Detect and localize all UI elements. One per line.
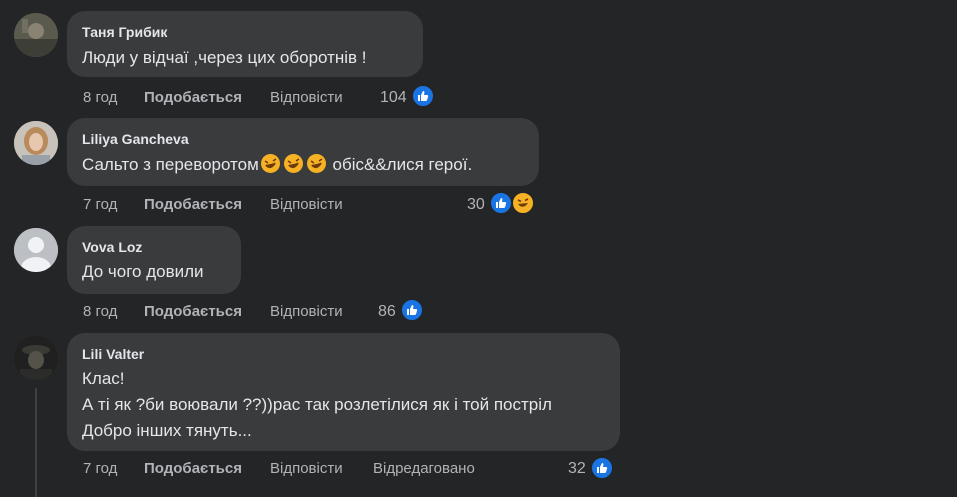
reaction-count[interactable]: 104 bbox=[380, 89, 407, 107]
reply-button[interactable]: Відповісти bbox=[270, 460, 343, 477]
comment-timestamp[interactable]: 7 год bbox=[83, 460, 117, 477]
comment-text-line: А ті як ?би воювали ??))рас так розлетіл… bbox=[82, 395, 552, 414]
like-button[interactable]: Подобається bbox=[144, 303, 242, 320]
rolling-on-floor-laughing-emoji bbox=[260, 154, 280, 173]
reply-button[interactable]: Відповісти bbox=[270, 196, 343, 213]
comment-author[interactable]: Vova Loz bbox=[82, 239, 142, 255]
like-button[interactable]: Подобається bbox=[144, 89, 242, 106]
avatar[interactable] bbox=[14, 336, 58, 380]
rolling-on-floor-laughing-emoji bbox=[306, 154, 326, 173]
avatar[interactable] bbox=[14, 228, 58, 272]
reaction-count[interactable]: 30 bbox=[467, 196, 485, 214]
reaction-count[interactable]: 32 bbox=[568, 460, 586, 478]
haha-reaction-icon[interactable] bbox=[511, 191, 535, 215]
comment-author[interactable]: Liliya Gancheva bbox=[82, 131, 189, 147]
comment-author[interactable]: Lili Valter bbox=[82, 346, 144, 362]
like-reaction-icon[interactable] bbox=[489, 191, 513, 215]
comment-bubble: Таня Грибик Люди у відчаї ,через цих обо… bbox=[67, 11, 423, 77]
comment-text-start: Сальто з переворотом bbox=[82, 155, 259, 174]
comment-bubble: Liliya Gancheva Сальто з переворотом обі… bbox=[67, 118, 539, 186]
avatar[interactable] bbox=[14, 121, 58, 165]
comment-bubble: Lili Valter Клас! А ті як ?би воювали ??… bbox=[67, 333, 620, 451]
like-button[interactable]: Подобається bbox=[144, 196, 242, 213]
comment-bubble: Vova Loz До чого довили bbox=[67, 226, 241, 294]
reaction-count[interactable]: 86 bbox=[378, 303, 396, 321]
like-reaction-icon[interactable] bbox=[590, 456, 614, 480]
comment-text: Люди у відчаї ,через цих оборотнів ! bbox=[82, 48, 367, 67]
edited-label[interactable]: Відредаговано bbox=[373, 460, 475, 477]
comment-text-line: Добро інших тянуть... bbox=[82, 421, 252, 440]
like-reaction-icon[interactable] bbox=[400, 298, 424, 322]
comment-text: Сальто з переворотом обіс&&лися герої. bbox=[82, 152, 472, 178]
like-reaction-icon[interactable] bbox=[411, 84, 435, 108]
comment-timestamp[interactable]: 8 год bbox=[83, 303, 117, 320]
like-button[interactable]: Подобається bbox=[144, 460, 242, 477]
reply-button[interactable]: Відповісти bbox=[270, 89, 343, 106]
comment-timestamp[interactable]: 7 год bbox=[83, 196, 117, 213]
comment-text-end: обіс&&лися герої. bbox=[327, 155, 473, 174]
comment-text: До чого довили bbox=[82, 262, 204, 281]
comment-text-line: Клас! bbox=[82, 369, 125, 388]
rolling-on-floor-laughing-emoji bbox=[283, 154, 303, 173]
avatar[interactable] bbox=[14, 13, 58, 57]
reply-thread-line bbox=[35, 388, 37, 497]
comment-author[interactable]: Таня Грибик bbox=[82, 24, 167, 40]
reply-button[interactable]: Відповісти bbox=[270, 303, 343, 320]
comment-timestamp[interactable]: 8 год bbox=[83, 89, 117, 106]
